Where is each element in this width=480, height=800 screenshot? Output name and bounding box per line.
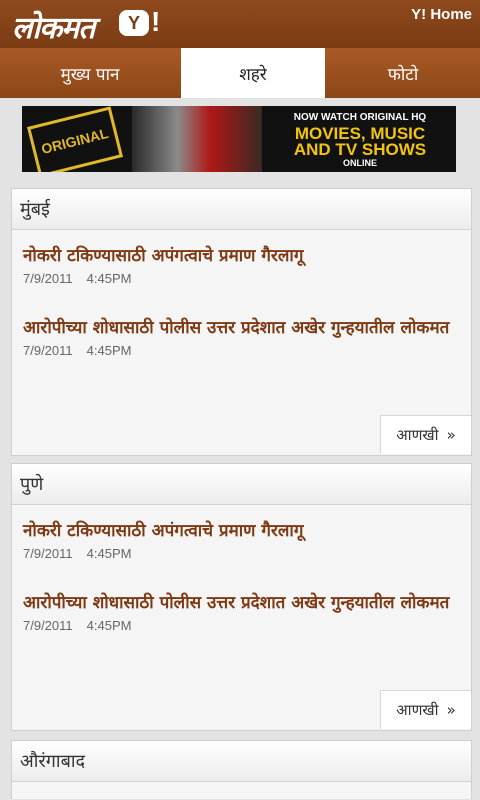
section-card-pune: पुणे नोकरी टकिण्यासाठी अपंगत्वाचे प्रमाण… bbox=[11, 463, 472, 731]
ad-line-1: NOW WATCH ORIGINAL HQ bbox=[293, 112, 427, 123]
news-timestamp: 7/9/2011 4:45PM bbox=[23, 271, 463, 286]
news-timestamp: 7/9/2011 4:45PM bbox=[23, 618, 463, 633]
news-headline[interactable]: आरोपीच्या शोधासाठी पोलीस उत्तर प्रदेशात … bbox=[23, 316, 463, 340]
news-date: 7/9/2011 bbox=[23, 343, 73, 358]
more-label: आणखी bbox=[396, 426, 439, 444]
news-timestamp: 7/9/2011 4:45PM bbox=[23, 343, 463, 358]
ad-badge: ORIGINAL bbox=[26, 106, 124, 172]
news-date: 7/9/2011 bbox=[23, 618, 73, 633]
double-chevron-right-icon: » bbox=[446, 701, 456, 719]
news-headline[interactable]: आरोपीच्या शोधासाठी पोलीस उत्तर प्रदेशात … bbox=[23, 591, 463, 615]
more-button[interactable]: आणखी » bbox=[380, 690, 471, 729]
app-header: लोकमत Y ! Y! Home bbox=[0, 0, 480, 48]
ad-line-4: ONLINE bbox=[342, 158, 377, 168]
news-time: 4:45PM bbox=[86, 343, 132, 358]
news-time: 4:45PM bbox=[86, 618, 132, 633]
news-headline[interactable]: नोकरी टकिण्यासाठी अपंगत्वाचे प्रमाण गैरल… bbox=[23, 519, 463, 543]
ad-image bbox=[132, 106, 262, 172]
news-date: 7/9/2011 bbox=[23, 546, 73, 561]
section-title: पुणे bbox=[12, 464, 471, 505]
news-item[interactable]: आरोपीच्या शोधासाठी पोलीस उत्तर प्रदेशात … bbox=[23, 316, 463, 358]
section-title: मुंबई bbox=[12, 189, 471, 230]
section-card-mumbai: मुंबई नोकरी टकिण्यासाठी अपंगत्वाचे प्रमा… bbox=[11, 188, 472, 456]
more-button[interactable]: आणखी » bbox=[380, 415, 471, 454]
tab-main-page[interactable]: मुख्य पान bbox=[0, 48, 180, 98]
yahoo-home-link[interactable]: Y! Home bbox=[411, 6, 472, 23]
news-time: 4:45PM bbox=[86, 546, 132, 561]
news-timestamp: 7/9/2011 4:45PM bbox=[23, 546, 463, 561]
news-item[interactable]: आरोपीच्या शोधासाठी पोलीस उत्तर प्रदेशात … bbox=[23, 591, 463, 633]
double-chevron-right-icon: » bbox=[446, 426, 456, 444]
news-item[interactable]: नोकरी टकिण्यासाठी अपंगत्वाचे प्रमाण गैरल… bbox=[23, 244, 463, 286]
news-date: 7/9/2011 bbox=[23, 271, 73, 286]
yahoo-logo-icon: Y bbox=[119, 10, 149, 36]
news-item[interactable]: नोकरी टकिण्यासाठी अपंगत्वाचे प्रमाण गैरल… bbox=[23, 519, 463, 561]
ad-line-3: AND TV SHOWS bbox=[293, 140, 427, 159]
section-card-aurangabad: औरंगाबाद bbox=[11, 740, 472, 799]
more-label: आणखी bbox=[396, 701, 439, 719]
yahoo-logo-exclamation: ! bbox=[151, 6, 161, 37]
lokmat-logo[interactable]: लोकमत bbox=[12, 6, 95, 47]
news-time: 4:45PM bbox=[86, 271, 132, 286]
news-headline[interactable]: नोकरी टकिण्यासाठी अपंगत्वाचे प्रमाण गैरल… bbox=[23, 244, 463, 268]
section-title: औरंगाबाद bbox=[12, 741, 471, 782]
tab-photos[interactable]: फोटो bbox=[326, 48, 480, 98]
tab-bar: मुख्य पान शहरे फोटो bbox=[0, 48, 480, 98]
tab-cities[interactable]: शहरे bbox=[181, 48, 325, 98]
ad-banner[interactable]: ORIGINAL NOW WATCH ORIGINAL HQ MOVIES, M… bbox=[22, 106, 456, 172]
